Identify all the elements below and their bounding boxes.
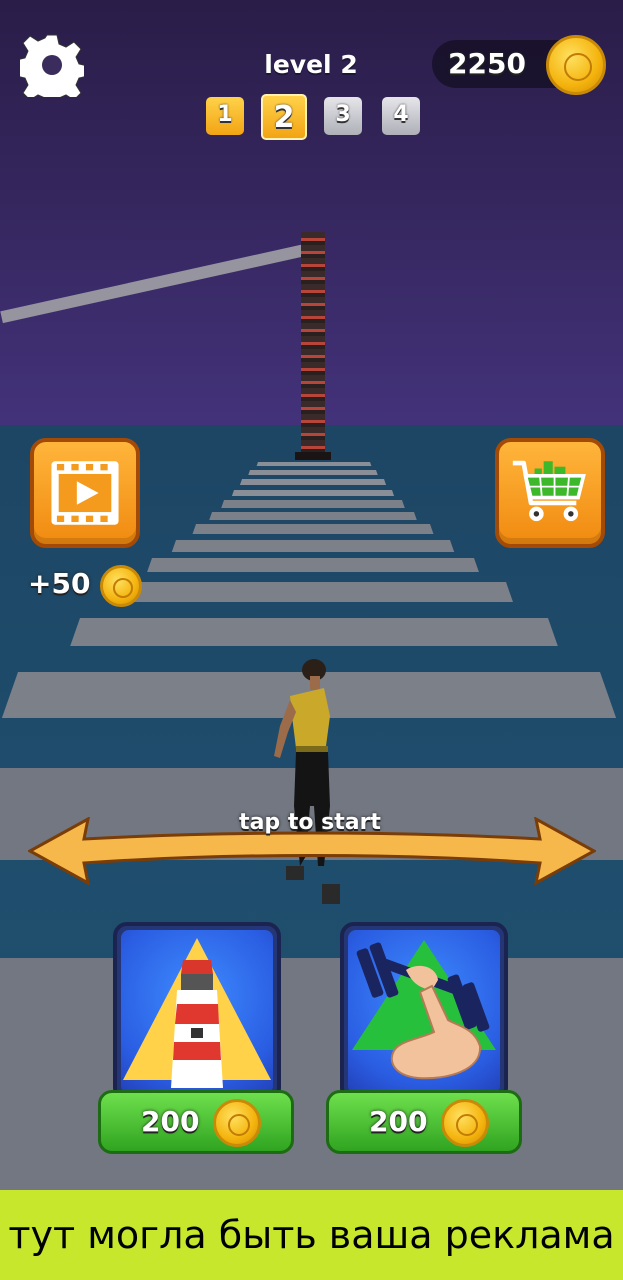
road-stripe xyxy=(113,582,513,602)
watch-video-button[interactable] xyxy=(30,438,140,548)
upgrade-card-strength[interactable] xyxy=(340,922,508,1102)
strength-dumbbell-icon xyxy=(352,940,496,1080)
road-stripe xyxy=(209,512,417,520)
settings-gear-icon[interactable] xyxy=(20,33,84,97)
road-stripe xyxy=(70,618,558,646)
video-reward-label: +50 xyxy=(28,567,91,600)
road-stripe xyxy=(147,558,479,572)
shopping-cart-icon xyxy=(512,460,586,522)
road-stripe xyxy=(231,490,395,496)
buy-lighthouse-upgrade-button[interactable]: 200 xyxy=(98,1090,294,1154)
shop-button[interactable] xyxy=(495,438,605,548)
road-stripe xyxy=(239,479,387,485)
ad-banner[interactable]: тут могла быть ваша реклама xyxy=(0,1190,623,1280)
road-stripe xyxy=(192,524,434,534)
lighthouse-icon xyxy=(123,938,271,1088)
lighthouse-tower-base xyxy=(295,452,331,460)
upgrade-price: 200 xyxy=(141,1105,200,1138)
upgrade-card-lighthouse[interactable] xyxy=(113,922,281,1102)
road-stripe xyxy=(221,500,405,508)
coin-icon xyxy=(546,35,606,95)
road-stripe xyxy=(256,462,372,466)
bridge-road xyxy=(0,462,623,1190)
level-indicator-4: 4 xyxy=(382,97,420,135)
buy-strength-upgrade-button[interactable]: 200 xyxy=(326,1090,522,1154)
play-video-icon xyxy=(51,461,119,525)
coin-icon xyxy=(441,1099,489,1147)
coin-balance-value: 2250 xyxy=(448,47,526,80)
level-indicator-3: 3 xyxy=(324,97,362,135)
coin-icon xyxy=(100,565,142,607)
road-stripe xyxy=(171,540,455,552)
lighthouse-tower xyxy=(301,232,325,458)
road-stripe xyxy=(248,470,378,475)
tap-to-start-label[interactable]: tap to start xyxy=(205,810,415,835)
level-indicator-2-current: 2 xyxy=(261,94,307,140)
level-indicator-1: 1 xyxy=(206,97,244,135)
upgrade-price: 200 xyxy=(369,1105,428,1138)
road-band xyxy=(0,958,623,1190)
game-scene[interactable]: tap to start xyxy=(0,0,623,1190)
level-title: level 2 xyxy=(264,50,358,79)
coin-icon xyxy=(213,1099,261,1147)
